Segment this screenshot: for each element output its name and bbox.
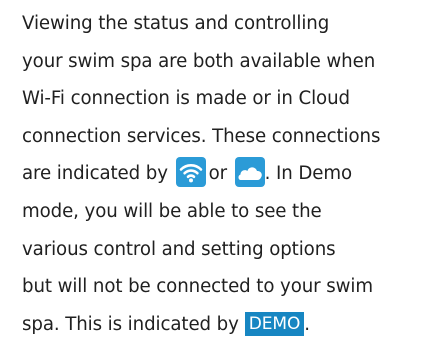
cloud-icon bbox=[234, 157, 265, 188]
line-text-between: or bbox=[208, 163, 228, 185]
demo-badge: DEMO bbox=[244, 311, 305, 336]
paragraph-line: connection services. These connections bbox=[22, 125, 381, 147]
paragraph-line-icons: are indicated by or . In Demo bbox=[22, 155, 434, 193]
paragraph-line: various control and setting options bbox=[22, 238, 336, 260]
instruction-paragraph: Viewing the status and controlling your … bbox=[22, 5, 434, 343]
paragraph-line-demo: spa. This is indicated by DEMO. bbox=[22, 306, 434, 344]
line-text-before: are indicated by bbox=[22, 163, 168, 185]
wifi-icon bbox=[175, 157, 206, 188]
paragraph-line: Viewing the status and controlling bbox=[22, 13, 330, 34]
paragraph-line: Wi-Fi connection is made or in Cloud bbox=[22, 88, 350, 110]
line-text-before: spa. This is indicated by bbox=[22, 313, 239, 335]
paragraph-line: your swim spa are both available when bbox=[22, 50, 376, 72]
paragraph-line: but will not be connected to your swim bbox=[22, 276, 373, 298]
line-text-after: . bbox=[304, 313, 310, 335]
line-text-after: . In Demo bbox=[264, 163, 353, 185]
paragraph-line: mode, you will be able to see the bbox=[22, 200, 322, 222]
